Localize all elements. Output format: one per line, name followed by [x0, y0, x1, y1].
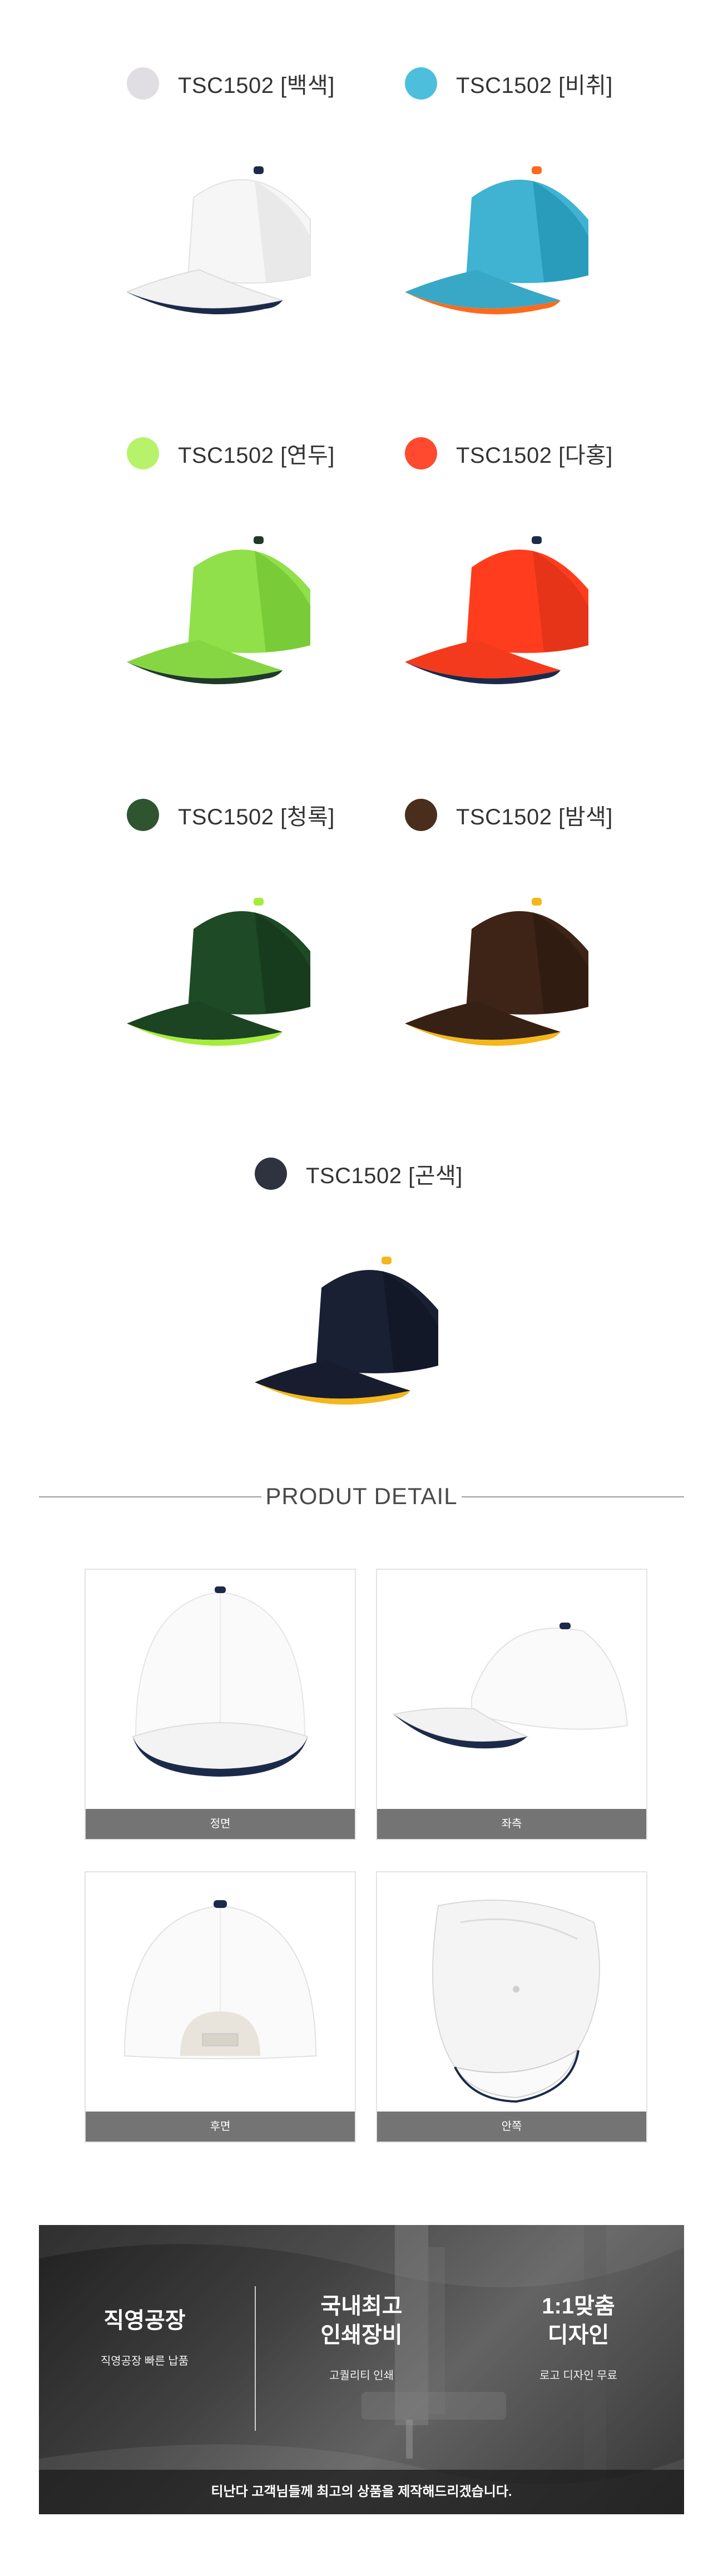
swatch-row: TSC1502 [청록] — [127, 795, 335, 834]
variant-navy: TSC1502 [곤색] — [255, 1154, 511, 1466]
feature-custom-design: 1:1맞춤 디자인 로고 디자인 무료 — [473, 2292, 684, 2382]
variant-lime: TSC1502 [연두] — [127, 434, 383, 745]
feature-subtitle: 로고 디자인 무료 — [539, 2370, 617, 2382]
variant-label: TSC1502 [연두] — [178, 443, 335, 468]
cap-left-view-icon — [392, 1623, 628, 1749]
color-swatch[interactable] — [127, 67, 159, 100]
feature-subtitle: 직영공장 빠른 납품 — [100, 2355, 189, 2367]
view-caption: 좌측 — [377, 1809, 646, 1839]
color-swatch[interactable] — [405, 799, 437, 831]
cap-image — [127, 536, 310, 684]
cap-image — [127, 166, 311, 314]
color-swatch[interactable] — [405, 437, 437, 469]
feature-banner: 직영공장 직영공장 빠른 납품 국내최고 인쇄장비 고퀄리티 인쇄 1:1맞춤 … — [39, 2225, 684, 2514]
swatch-row: TSC1502 [연두] — [127, 434, 335, 473]
cap-image — [405, 166, 588, 314]
swatch-row: TSC1502 [다홍] — [405, 434, 613, 473]
feature-title: 직영공장 — [103, 2308, 186, 2333]
variant-teal: TSC1502 [청록] — [127, 795, 383, 1107]
variant-label: TSC1502 [청록] — [178, 805, 335, 829]
variant-label: TSC1502 [다홍] — [456, 443, 613, 468]
variant-label: TSC1502 [밤색] — [456, 805, 613, 829]
cap-back-view-icon — [123, 1900, 317, 2059]
swatch-row: TSC1502 [백색] — [127, 64, 335, 103]
feature-title: 1:1맞춤 디자인 — [542, 2294, 615, 2347]
feature-title: 국내최고 인쇄장비 — [320, 2294, 403, 2347]
detail-card-inside: 안쪽 — [376, 1871, 647, 2143]
cap-image — [255, 1257, 438, 1405]
view-caption: 안쪽 — [377, 2112, 646, 2142]
feature-direct-factory: 직영공장 직영공장 빠른 납품 — [39, 2292, 250, 2368]
swatch-row: TSC1502 [곤색] — [255, 1154, 463, 1193]
swatch-row: TSC1502 [비취] — [405, 64, 613, 103]
variant-white: TSC1502 [백색] — [127, 64, 383, 375]
feature-printing-equipment: 국내최고 인쇄장비 고퀄리티 인쇄 — [256, 2292, 467, 2382]
variant-scarlet: TSC1502 [다홍] — [405, 434, 661, 745]
divider-line-right — [462, 1496, 684, 1497]
view-caption: 정면 — [86, 1809, 355, 1839]
cap-inside-view-icon — [432, 1900, 600, 2103]
color-swatch[interactable] — [127, 799, 159, 831]
swatch-row: TSC1502 [밤색] — [405, 795, 613, 834]
variant-label: TSC1502 [백색] — [178, 73, 335, 98]
detail-card-left: 좌측 — [376, 1569, 647, 1840]
feature-subtitle: 고퀄리티 인쇄 — [329, 2370, 394, 2382]
detail-section-header: PRODUT DETAIL — [39, 1480, 684, 1513]
detail-card-front: 정면 — [85, 1569, 356, 1840]
detail-card-back: 후면 — [85, 1871, 356, 2143]
cap-image — [127, 898, 310, 1046]
color-swatch[interactable] — [255, 1158, 287, 1190]
cap-front-view-icon — [132, 1586, 309, 1777]
variant-label: TSC1502 [곤색] — [306, 1164, 463, 1188]
view-caption: 후면 — [86, 2112, 355, 2142]
variant-label: TSC1502 [비취] — [456, 73, 613, 98]
cap-image — [405, 536, 588, 684]
color-swatch[interactable] — [405, 67, 437, 100]
variant-jade: TSC1502 [비취] — [405, 64, 661, 375]
banner-footer-text: 티난다 고객님들께 최고의 상품을 제작해드리겠습니다. — [39, 2470, 684, 2514]
cap-image — [405, 898, 588, 1046]
color-swatch[interactable] — [127, 437, 159, 469]
variant-chestnut: TSC1502 [밤색] — [405, 795, 661, 1107]
